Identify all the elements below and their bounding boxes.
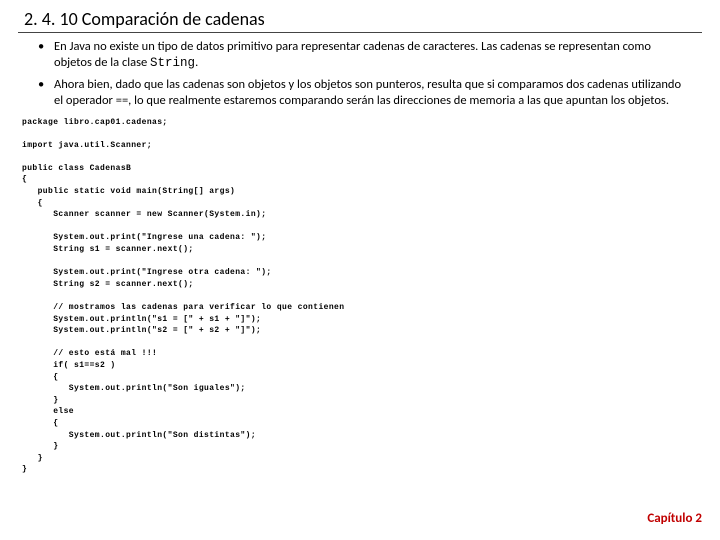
bullet-text-post: .	[195, 55, 198, 70]
bullet-list: En Java no existe un tipo de datos primi…	[18, 39, 702, 109]
bullet-item: Ahora bien, dado que las cadenas son obj…	[54, 77, 702, 108]
chapter-label: Capítulo 2	[647, 511, 702, 526]
bullet-text-pre: Ahora bien, dado que las cadenas son obj…	[54, 77, 681, 108]
section-title: 2. 4. 10 Comparación de cadenas	[18, 8, 702, 33]
code-sample: package libro.cap01.cadenas; import java…	[18, 117, 702, 476]
bullet-text-pre: En Java no existe un tipo de datos primi…	[54, 39, 651, 70]
bullet-text-code: String	[150, 56, 195, 70]
bullet-item: En Java no existe un tipo de datos primi…	[54, 39, 702, 71]
